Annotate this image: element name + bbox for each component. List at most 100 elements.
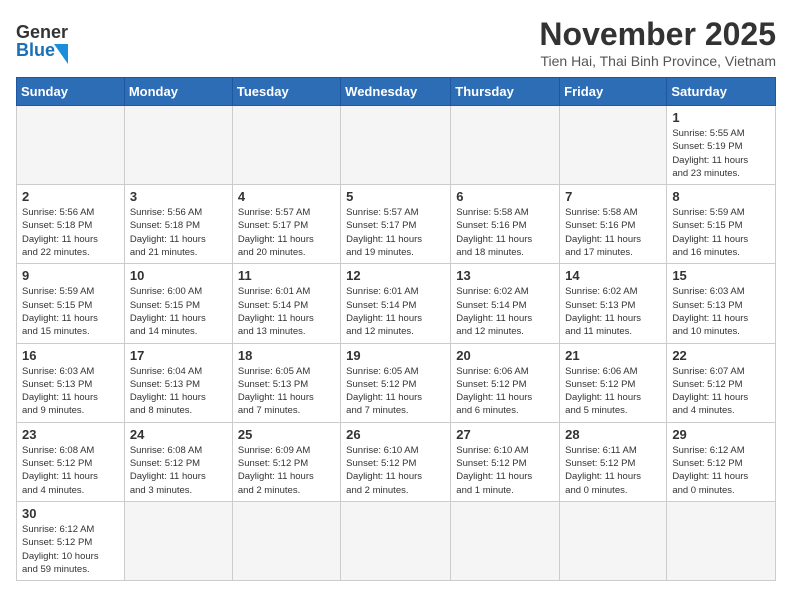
column-header-thursday: Thursday bbox=[451, 78, 560, 106]
day-info: Sunrise: 6:02 AM Sunset: 5:13 PM Dayligh… bbox=[565, 285, 661, 338]
day-number: 8 bbox=[672, 189, 770, 204]
column-header-monday: Monday bbox=[124, 78, 232, 106]
calendar-cell: 25 Sunrise: 6:09 AM Sunset: 5:12 PM Dayli… bbox=[232, 422, 340, 501]
calendar-cell: 24 Sunrise: 6:08 AM Sunset: 5:12 PM Dayli… bbox=[124, 422, 232, 501]
day-number: 19 bbox=[346, 348, 445, 363]
day-info: Sunrise: 6:00 AM Sunset: 5:15 PM Dayligh… bbox=[130, 285, 227, 338]
day-info: Sunrise: 6:04 AM Sunset: 5:13 PM Dayligh… bbox=[130, 365, 227, 418]
calendar-cell: 21 Sunrise: 6:06 AM Sunset: 5:12 PM Dayli… bbox=[560, 343, 667, 422]
calendar-cell: 13Sunrise: 6:02 AM Sunset: 5:14 PM Dayli… bbox=[451, 264, 560, 343]
day-number: 10 bbox=[130, 268, 227, 283]
calendar-cell bbox=[124, 501, 232, 580]
day-info: Sunrise: 5:56 AM Sunset: 5:18 PM Dayligh… bbox=[130, 206, 227, 259]
calendar-cell: 29 Sunrise: 6:12 AM Sunset: 5:12 PM Dayli… bbox=[667, 422, 776, 501]
calendar-cell bbox=[17, 106, 125, 185]
calendar-cell: 14 Sunrise: 6:02 AM Sunset: 5:13 PM Dayli… bbox=[560, 264, 667, 343]
column-header-tuesday: Tuesday bbox=[232, 78, 340, 106]
calendar-cell: 30Sunrise: 6:12 AM Sunset: 5:12 PM Dayli… bbox=[17, 501, 125, 580]
day-number: 5 bbox=[346, 189, 445, 204]
calendar-cell: 18 Sunrise: 6:05 AM Sunset: 5:13 PM Dayli… bbox=[232, 343, 340, 422]
calendar-week-row: 2Sunrise: 5:56 AM Sunset: 5:18 PM Daylig… bbox=[17, 185, 776, 264]
day-number: 9 bbox=[22, 268, 119, 283]
day-info: Sunrise: 6:12 AM Sunset: 5:12 PM Dayligh… bbox=[22, 523, 119, 576]
calendar-cell bbox=[667, 501, 776, 580]
calendar-cell: 28 Sunrise: 6:11 AM Sunset: 5:12 PM Dayli… bbox=[560, 422, 667, 501]
calendar-cell bbox=[451, 106, 560, 185]
day-info: Sunrise: 5:58 AM Sunset: 5:16 PM Dayligh… bbox=[565, 206, 661, 259]
day-info: Sunrise: 5:56 AM Sunset: 5:18 PM Dayligh… bbox=[22, 206, 119, 259]
calendar-cell: 26 Sunrise: 6:10 AM Sunset: 5:12 PM Dayli… bbox=[341, 422, 451, 501]
day-info: Sunrise: 6:09 AM Sunset: 5:12 PM Dayligh… bbox=[238, 444, 335, 497]
day-number: 24 bbox=[130, 427, 227, 442]
day-number: 29 bbox=[672, 427, 770, 442]
day-number: 12 bbox=[346, 268, 445, 283]
day-info: Sunrise: 6:12 AM Sunset: 5:12 PM Dayligh… bbox=[672, 444, 770, 497]
day-number: 1 bbox=[672, 110, 770, 125]
calendar-cell: 2Sunrise: 5:56 AM Sunset: 5:18 PM Daylig… bbox=[17, 185, 125, 264]
calendar-cell: 3 Sunrise: 5:56 AM Sunset: 5:18 PM Daylig… bbox=[124, 185, 232, 264]
day-number: 4 bbox=[238, 189, 335, 204]
day-info: Sunrise: 5:55 AM Sunset: 5:19 PM Dayligh… bbox=[672, 127, 770, 180]
day-info: Sunrise: 6:05 AM Sunset: 5:13 PM Dayligh… bbox=[238, 365, 335, 418]
calendar-cell: 6Sunrise: 5:58 AM Sunset: 5:16 PM Daylig… bbox=[451, 185, 560, 264]
title-section: November 2025 Tien Hai, Thai Binh Provin… bbox=[539, 16, 776, 69]
column-header-wednesday: Wednesday bbox=[341, 78, 451, 106]
calendar-cell: 16 Sunrise: 6:03 AM Sunset: 5:13 PM Dayli… bbox=[17, 343, 125, 422]
day-info: Sunrise: 6:06 AM Sunset: 5:12 PM Dayligh… bbox=[565, 365, 661, 418]
calendar-cell: 20Sunrise: 6:06 AM Sunset: 5:12 PM Dayli… bbox=[451, 343, 560, 422]
column-header-sunday: Sunday bbox=[17, 78, 125, 106]
calendar-cell: 9 Sunrise: 5:59 AM Sunset: 5:15 PM Daylig… bbox=[17, 264, 125, 343]
calendar-cell: 23Sunrise: 6:08 AM Sunset: 5:12 PM Dayli… bbox=[17, 422, 125, 501]
day-number: 11 bbox=[238, 268, 335, 283]
day-number: 20 bbox=[456, 348, 554, 363]
day-number: 28 bbox=[565, 427, 661, 442]
calendar-cell bbox=[341, 106, 451, 185]
calendar-week-row: 30Sunrise: 6:12 AM Sunset: 5:12 PM Dayli… bbox=[17, 501, 776, 580]
day-number: 25 bbox=[238, 427, 335, 442]
day-info: Sunrise: 6:01 AM Sunset: 5:14 PM Dayligh… bbox=[346, 285, 445, 338]
day-number: 6 bbox=[456, 189, 554, 204]
month-title: November 2025 bbox=[539, 16, 776, 53]
calendar-cell bbox=[232, 501, 340, 580]
day-number: 14 bbox=[565, 268, 661, 283]
logo-icon: General Blue bbox=[16, 16, 68, 64]
day-number: 18 bbox=[238, 348, 335, 363]
day-number: 3 bbox=[130, 189, 227, 204]
calendar-cell: 7 Sunrise: 5:58 AM Sunset: 5:16 PM Daylig… bbox=[560, 185, 667, 264]
day-number: 15 bbox=[672, 268, 770, 283]
day-info: Sunrise: 5:59 AM Sunset: 5:15 PM Dayligh… bbox=[22, 285, 119, 338]
calendar-week-row: 1 Sunrise: 5:55 AM Sunset: 5:19 PM Daylig… bbox=[17, 106, 776, 185]
day-number: 27 bbox=[456, 427, 554, 442]
calendar-cell bbox=[124, 106, 232, 185]
calendar-cell bbox=[232, 106, 340, 185]
day-number: 17 bbox=[130, 348, 227, 363]
location-subtitle: Tien Hai, Thai Binh Province, Vietnam bbox=[539, 53, 776, 69]
calendar-cell bbox=[451, 501, 560, 580]
day-info: Sunrise: 5:57 AM Sunset: 5:17 PM Dayligh… bbox=[346, 206, 445, 259]
day-number: 16 bbox=[22, 348, 119, 363]
column-header-friday: Friday bbox=[560, 78, 667, 106]
day-info: Sunrise: 6:02 AM Sunset: 5:14 PM Dayligh… bbox=[456, 285, 554, 338]
calendar-week-row: 23Sunrise: 6:08 AM Sunset: 5:12 PM Dayli… bbox=[17, 422, 776, 501]
calendar-cell: 27Sunrise: 6:10 AM Sunset: 5:12 PM Dayli… bbox=[451, 422, 560, 501]
calendar-cell: 15 Sunrise: 6:03 AM Sunset: 5:13 PM Dayli… bbox=[667, 264, 776, 343]
day-info: Sunrise: 6:03 AM Sunset: 5:13 PM Dayligh… bbox=[22, 365, 119, 418]
day-info: Sunrise: 6:08 AM Sunset: 5:12 PM Dayligh… bbox=[130, 444, 227, 497]
day-info: Sunrise: 6:07 AM Sunset: 5:12 PM Dayligh… bbox=[672, 365, 770, 418]
day-info: Sunrise: 6:10 AM Sunset: 5:12 PM Dayligh… bbox=[346, 444, 445, 497]
day-number: 22 bbox=[672, 348, 770, 363]
day-info: Sunrise: 6:01 AM Sunset: 5:14 PM Dayligh… bbox=[238, 285, 335, 338]
day-number: 26 bbox=[346, 427, 445, 442]
calendar-cell: 4Sunrise: 5:57 AM Sunset: 5:17 PM Daylig… bbox=[232, 185, 340, 264]
calendar-cell: 8Sunrise: 5:59 AM Sunset: 5:15 PM Daylig… bbox=[667, 185, 776, 264]
calendar-cell: 10 Sunrise: 6:00 AM Sunset: 5:15 PM Dayli… bbox=[124, 264, 232, 343]
day-number: 7 bbox=[565, 189, 661, 204]
calendar-cell bbox=[560, 501, 667, 580]
calendar-cell bbox=[341, 501, 451, 580]
day-info: Sunrise: 6:03 AM Sunset: 5:13 PM Dayligh… bbox=[672, 285, 770, 338]
calendar-week-row: 9 Sunrise: 5:59 AM Sunset: 5:15 PM Daylig… bbox=[17, 264, 776, 343]
day-info: Sunrise: 6:08 AM Sunset: 5:12 PM Dayligh… bbox=[22, 444, 119, 497]
column-header-saturday: Saturday bbox=[667, 78, 776, 106]
day-number: 21 bbox=[565, 348, 661, 363]
day-info: Sunrise: 6:11 AM Sunset: 5:12 PM Dayligh… bbox=[565, 444, 661, 497]
